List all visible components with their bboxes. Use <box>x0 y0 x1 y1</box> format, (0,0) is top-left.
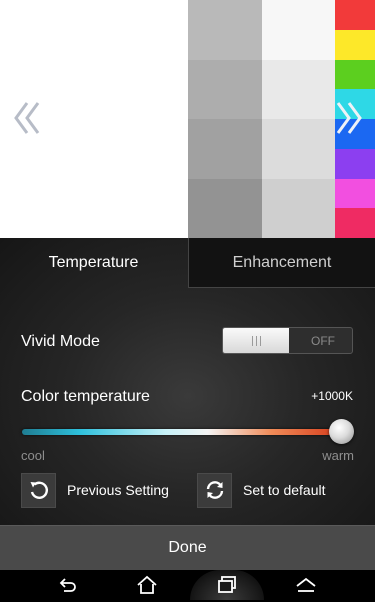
color-preview <box>0 0 375 238</box>
refresh-icon[interactable] <box>197 472 232 508</box>
double-chevron-left-icon[interactable] <box>12 100 42 136</box>
gray-swatch <box>262 59 335 119</box>
undo-icon[interactable] <box>21 472 56 508</box>
gray-swatch <box>262 178 335 238</box>
color-swatch <box>335 29 375 60</box>
color-temperature-slider[interactable] <box>22 429 342 435</box>
recent-apps-icon[interactable] <box>215 573 239 597</box>
gray-swatch <box>188 119 262 179</box>
system-nav-bar <box>0 570 375 600</box>
gray-swatch <box>188 59 262 119</box>
tab-enhancement[interactable]: Enhancement <box>188 238 375 288</box>
gray-swatch-grid <box>188 0 335 238</box>
menu-icon[interactable] <box>294 573 318 597</box>
set-to-default-button[interactable]: Set to default <box>197 472 326 508</box>
double-chevron-right-icon[interactable] <box>334 100 364 136</box>
color-swatch <box>335 178 375 209</box>
previous-setting-button[interactable]: Previous Setting <box>21 472 169 508</box>
color-temperature-value: +1000K <box>311 389 353 403</box>
settings-panel: Temperature Enhancement Vivid Mode OFF C… <box>0 238 375 525</box>
cool-label: cool <box>21 448 45 463</box>
toggle-knob[interactable] <box>223 328 289 353</box>
back-icon[interactable] <box>56 573 80 597</box>
color-swatch <box>335 0 375 30</box>
color-swatch <box>335 148 375 179</box>
color-swatch <box>335 208 375 238</box>
tab-temperature[interactable]: Temperature <box>0 238 187 288</box>
done-button[interactable]: Done <box>0 525 375 570</box>
gray-swatch <box>262 119 335 179</box>
vivid-mode-toggle[interactable]: OFF <box>222 327 353 354</box>
gray-swatch <box>188 178 262 238</box>
gray-swatch <box>262 0 335 60</box>
color-swatch <box>335 59 375 90</box>
vivid-mode-label: Vivid Mode <box>21 333 100 350</box>
gray-swatch <box>188 0 262 60</box>
color-temperature-label: Color temperature <box>21 388 150 405</box>
set-to-default-label: Set to default <box>243 482 326 498</box>
slider-thumb[interactable] <box>329 419 354 444</box>
grip-icon <box>251 335 261 346</box>
previous-setting-label: Previous Setting <box>67 482 169 498</box>
toggle-off-label: OFF <box>311 333 335 348</box>
warm-label: warm <box>322 448 354 463</box>
home-icon[interactable] <box>135 573 159 597</box>
tab-bar: Temperature Enhancement <box>0 238 375 288</box>
